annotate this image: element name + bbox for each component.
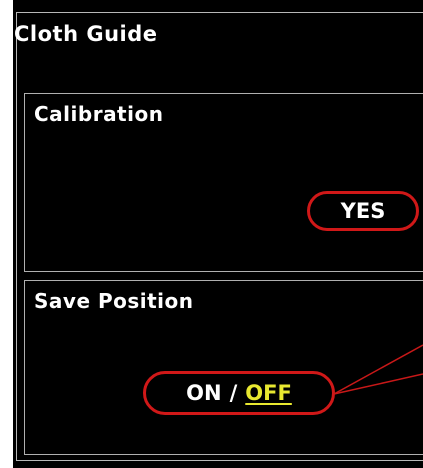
save-position-panel: Save Position ON / OFF	[24, 280, 423, 455]
calibration-yes-label: YES	[340, 199, 386, 223]
option-separator: /	[229, 381, 238, 405]
save-position-toggle[interactable]: ON / OFF	[143, 371, 335, 415]
option-on[interactable]: ON	[186, 381, 221, 405]
save-position-title: Save Position	[34, 289, 194, 313]
calibration-yes-button[interactable]: YES	[307, 191, 419, 231]
calibration-panel: Calibration YES	[24, 93, 423, 272]
screen-title: Cloth Guide	[14, 22, 158, 46]
option-off[interactable]: OFF	[245, 381, 292, 405]
calibration-title: Calibration	[34, 102, 164, 126]
